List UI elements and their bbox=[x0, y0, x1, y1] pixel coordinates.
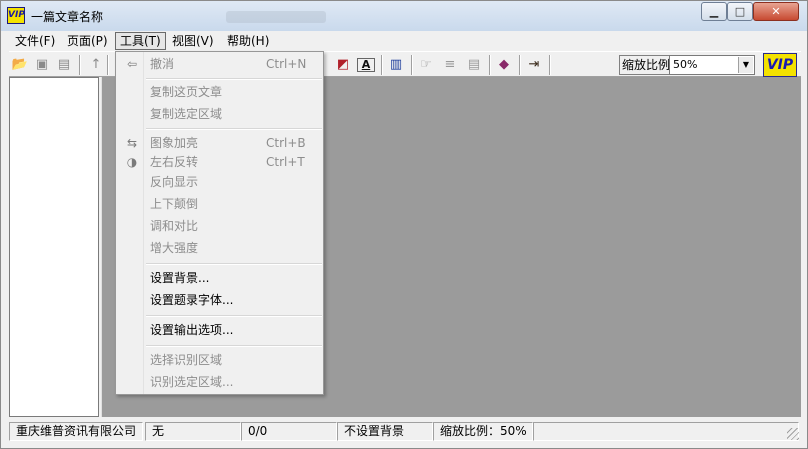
menu-file[interactable]: 文件(F) bbox=[11, 32, 59, 50]
exit-door-icon[interactable]: ⇥ bbox=[525, 56, 543, 74]
toolbar-separator bbox=[411, 55, 413, 75]
menu-item-label: 复制选定区域 bbox=[150, 107, 223, 121]
status-field: 无 bbox=[145, 422, 241, 441]
status-background: 不设置背景 bbox=[337, 422, 433, 441]
status-page-count: 0/0 bbox=[241, 422, 337, 441]
document-icon[interactable]: ▤ bbox=[465, 56, 483, 74]
zoom-select-value: 50% bbox=[673, 58, 698, 71]
menu-item-label: 撤消 bbox=[150, 57, 175, 71]
menu-bar: 文件(F) 页面(P) 工具(T) 视图(V) 帮助(H) bbox=[9, 31, 801, 51]
menu-item-label: 调和对比 bbox=[150, 219, 199, 233]
menu-item-select-region[interactable]: 选择识别区域 bbox=[118, 349, 321, 371]
menu-separator bbox=[146, 128, 322, 130]
text-icon[interactable]: ≡ bbox=[441, 56, 459, 74]
menu-item-label: 反向显示 bbox=[150, 175, 199, 189]
minimize-button[interactable]: ▁ bbox=[701, 2, 727, 21]
menu-item-set-background[interactable]: 设置背景... bbox=[118, 267, 321, 289]
resize-grip-icon[interactable] bbox=[787, 428, 799, 440]
zoom-label: 缩放比例 bbox=[619, 55, 674, 75]
menu-item-set-font[interactable]: 设置题录字体... bbox=[118, 289, 321, 311]
status-zoom: 缩放比例：50% bbox=[433, 422, 533, 441]
menu-help[interactable]: 帮助(H) bbox=[223, 32, 273, 50]
half-circle-icon: ◑ bbox=[126, 155, 138, 169]
zoom-select[interactable]: 50% ▼ bbox=[669, 55, 755, 75]
status-bar: 重庆维普资讯有限公司 无 0/0 不设置背景 缩放比例：50% bbox=[9, 420, 801, 442]
save-icon[interactable]: ▣ bbox=[33, 56, 51, 74]
menu-item-output-options[interactable]: 设置输出选项... bbox=[118, 319, 321, 341]
close-button[interactable]: ✕ bbox=[753, 2, 799, 21]
menu-item-label: 增大强度 bbox=[150, 241, 199, 255]
toolbar-separator bbox=[107, 55, 109, 75]
menu-item-label: 复制这页文章 bbox=[150, 85, 223, 99]
menu-separator bbox=[146, 78, 322, 80]
menu-separator bbox=[146, 345, 322, 347]
menu-item-recognize-region[interactable]: 识别选定区域... bbox=[118, 371, 321, 393]
menu-item-label: 上下颠倒 bbox=[150, 197, 199, 211]
toolbar-separator bbox=[489, 55, 491, 75]
up-arrow-icon[interactable]: ↑ bbox=[87, 56, 105, 74]
menu-item-label: 设置背景... bbox=[150, 271, 210, 285]
menu-item-invert[interactable]: 反向显示 bbox=[118, 171, 321, 193]
menu-item-contrast[interactable]: 调和对比 bbox=[118, 215, 321, 237]
menu-view[interactable]: 视图(V) bbox=[168, 32, 218, 50]
menu-item-flip-vertical[interactable]: 上下颠倒 bbox=[118, 193, 321, 215]
color-icon[interactable]: ◩ bbox=[334, 56, 352, 74]
status-company: 重庆维普资讯有限公司 bbox=[9, 422, 143, 441]
undo-arrow-icon: ⇦ bbox=[126, 57, 138, 71]
menu-separator bbox=[146, 315, 322, 317]
menu-tools[interactable]: 工具(T) bbox=[115, 32, 166, 50]
menu-item-label: 设置题录字体... bbox=[150, 293, 234, 307]
menu-item-copy-page[interactable]: 复制这页文章 bbox=[118, 81, 321, 103]
menu-page[interactable]: 页面(P) bbox=[63, 32, 112, 50]
menu-item-shortcut: Ctrl+N bbox=[266, 57, 307, 71]
menu-separator bbox=[146, 263, 322, 265]
toolbar-separator bbox=[381, 55, 383, 75]
menu-item-flip-horizontal[interactable]: ◑ 左右反转 Ctrl+T bbox=[118, 151, 321, 173]
window-title: 一篇文章名称 bbox=[31, 10, 104, 24]
menu-item-intensity[interactable]: 增大强度 bbox=[118, 237, 321, 259]
menu-item-undo[interactable]: ⇦ 撤消 Ctrl+N bbox=[118, 53, 321, 75]
menu-item-label: 设置输出选项... bbox=[150, 323, 234, 337]
title-bar[interactable]: VIP 一篇文章名称 ▁ □ ✕ bbox=[1, 1, 807, 31]
vip-app-icon[interactable]: VIP bbox=[7, 7, 25, 24]
font-icon[interactable]: A bbox=[357, 58, 375, 72]
status-empty bbox=[533, 422, 799, 441]
menu-item-shortcut: Ctrl+T bbox=[266, 155, 305, 169]
toolbar-separator bbox=[549, 55, 551, 75]
maximize-button[interactable]: □ bbox=[727, 2, 753, 21]
chevron-down-icon[interactable]: ▼ bbox=[738, 57, 753, 73]
menu-item-label: 识别选定区域... bbox=[150, 375, 234, 389]
left-panel[interactable] bbox=[9, 77, 99, 417]
tools-dropdown-menu: ⇦ 撤消 Ctrl+N 复制这页文章 复制选定区域 ⇆ 图象加亮 Ctrl+B … bbox=[115, 51, 324, 395]
vip-logo: VIP bbox=[763, 53, 797, 77]
books-icon[interactable]: ▥ bbox=[387, 56, 405, 74]
print-icon[interactable]: ▤ bbox=[55, 56, 73, 74]
open-folder-icon[interactable]: 📂 bbox=[11, 56, 29, 74]
toolbar-separator bbox=[79, 55, 81, 75]
title-bar-blur bbox=[226, 11, 326, 23]
menu-item-copy-selection[interactable]: 复制选定区域 bbox=[118, 103, 321, 125]
book-icon[interactable]: ◆ bbox=[495, 56, 513, 74]
recognize-hand-icon[interactable]: ☞ bbox=[417, 56, 435, 74]
toolbar-separator bbox=[519, 55, 521, 75]
menu-item-label: 选择识别区域 bbox=[150, 353, 223, 367]
app-window: VIP 一篇文章名称 ▁ □ ✕ 文件(F) 页面(P) 工具(T) 视图(V)… bbox=[0, 0, 808, 449]
menu-item-label: 左右反转 bbox=[150, 155, 199, 169]
